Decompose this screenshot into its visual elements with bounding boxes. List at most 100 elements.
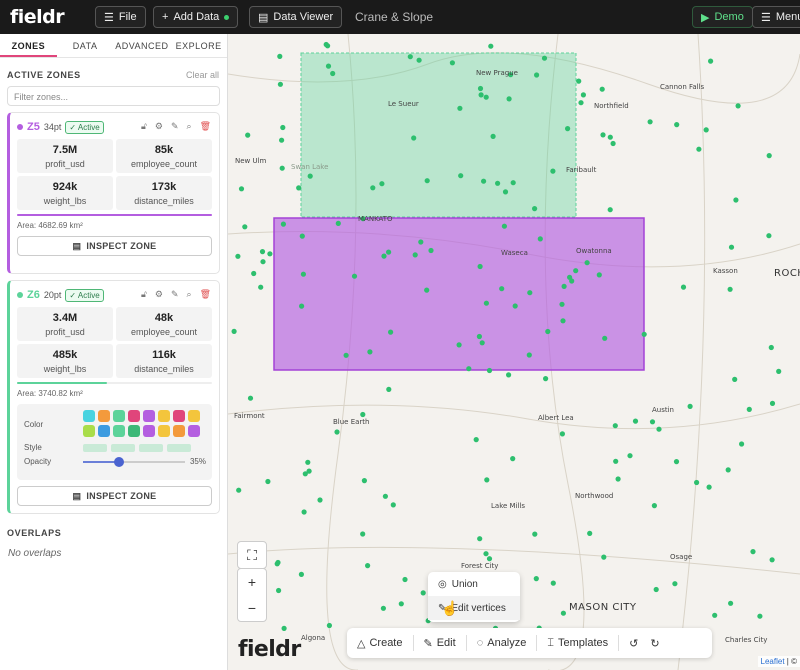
map-point-marker[interactable] <box>386 386 392 392</box>
map-point-marker[interactable] <box>587 530 593 536</box>
map-point-marker[interactable] <box>449 60 455 66</box>
map-point-marker[interactable] <box>746 406 752 412</box>
color-swatch[interactable] <box>188 410 200 422</box>
map-point-marker[interactable] <box>477 263 483 270</box>
map-point-marker[interactable] <box>696 146 702 152</box>
search-icon[interactable]: ⌕ <box>187 289 192 300</box>
map-point-marker[interactable] <box>325 63 332 69</box>
map-point-marker[interactable] <box>473 437 479 443</box>
map-point-marker[interactable] <box>381 253 387 259</box>
map-point-marker[interactable] <box>402 576 408 583</box>
map-point-marker[interactable] <box>299 233 305 239</box>
map-point-marker[interactable] <box>694 479 700 486</box>
map-point-marker[interactable] <box>483 551 489 557</box>
color-swatch[interactable] <box>158 425 170 437</box>
map-point-marker[interactable] <box>301 509 307 515</box>
zone-card-z6[interactable]: Z6 20pt ✓ Active 🔓︎ ⚙︎ ✎ ⌕ 🗑︎ 3.4M profit… <box>7 280 220 514</box>
color-swatch[interactable] <box>143 410 155 422</box>
leaflet-link[interactable]: Leaflet <box>761 657 785 666</box>
map-point-marker[interactable] <box>299 303 305 309</box>
map-point-marker[interactable] <box>326 622 332 629</box>
fullscreen-icon[interactable]: ⛶ <box>238 542 266 568</box>
map-point-marker[interactable] <box>361 478 367 484</box>
inspect-zone-button[interactable]: ▤ INSPECT ZONE <box>17 236 212 256</box>
map-point-marker[interactable] <box>576 78 582 84</box>
map-point-marker[interactable] <box>279 165 285 171</box>
map-point-marker[interactable] <box>486 556 493 562</box>
map-point-marker[interactable] <box>596 272 602 278</box>
color-swatch[interactable] <box>83 425 95 437</box>
map-point-marker[interactable] <box>379 181 385 187</box>
map-point-marker[interactable] <box>610 140 616 147</box>
color-swatch[interactable] <box>98 425 110 437</box>
map-point-marker[interactable] <box>732 376 738 382</box>
map-point-marker[interactable] <box>739 441 745 447</box>
map-point-marker[interactable] <box>506 372 512 378</box>
tab-advanced[interactable]: ADVANCED <box>114 34 171 57</box>
demo-button[interactable]: ▶ Demo <box>692 6 753 28</box>
templates-tool[interactable]: ⌶ Templates <box>537 637 618 650</box>
map-point-marker[interactable] <box>251 270 257 277</box>
map-point-marker[interactable] <box>360 531 366 537</box>
map-point-marker[interactable] <box>457 105 463 111</box>
map-point-marker[interactable] <box>725 467 731 473</box>
lock-icon[interactable]: 🔓︎ <box>141 121 147 132</box>
map-point-marker[interactable] <box>649 419 656 425</box>
inspect-zone-button[interactable]: ▤ INSPECT ZONE <box>17 486 212 506</box>
lock-icon[interactable]: 🔓︎ <box>141 289 147 300</box>
map-point-marker[interactable] <box>490 133 496 139</box>
map-point-marker[interactable] <box>578 100 584 106</box>
map-point-marker[interactable] <box>537 236 543 242</box>
search-icon[interactable]: ⌕ <box>187 121 192 132</box>
map-point-marker[interactable] <box>235 253 241 259</box>
map-point-marker[interactable] <box>277 53 283 59</box>
map-point-marker[interactable] <box>534 72 540 78</box>
map-point-marker[interactable] <box>334 429 340 435</box>
map-point-marker[interactable] <box>245 132 251 138</box>
map-point-marker[interactable] <box>641 331 647 337</box>
map-point-marker[interactable] <box>274 561 280 567</box>
map-point-marker[interactable] <box>651 503 657 509</box>
data-viewer-button[interactable]: ▤ Data Viewer <box>249 6 343 28</box>
map-point-marker[interactable] <box>502 189 509 195</box>
map-point-marker[interactable] <box>680 284 687 290</box>
map-point-marker[interactable] <box>559 431 565 437</box>
map-point-marker[interactable] <box>382 493 388 499</box>
map-point-marker[interactable] <box>458 173 464 179</box>
map-point-marker[interactable] <box>533 576 539 582</box>
zoom-out-button[interactable]: − <box>238 595 266 621</box>
map-point-marker[interactable] <box>776 368 782 374</box>
map-point-marker[interactable] <box>565 126 571 132</box>
map-point-marker[interactable] <box>600 132 606 138</box>
map-point-marker[interactable] <box>306 468 312 474</box>
add-data-button[interactable]: + Add Data <box>153 6 239 28</box>
map-point-marker[interactable] <box>478 92 484 98</box>
map-point-marker[interactable] <box>365 563 371 569</box>
map-point-marker[interactable] <box>708 58 714 64</box>
map-point-marker[interactable] <box>728 244 735 250</box>
map-point-marker[interactable] <box>488 43 494 49</box>
map-point-marker[interactable] <box>351 273 358 279</box>
trash-icon[interactable]: 🗑︎ <box>200 289 211 300</box>
map-point-marker[interactable] <box>672 581 678 587</box>
map-point-marker[interactable] <box>296 185 302 191</box>
map-point-marker[interactable] <box>607 207 613 213</box>
map-point-marker[interactable] <box>766 233 772 239</box>
map-point-marker[interactable] <box>277 81 283 87</box>
map-point-marker[interactable] <box>335 220 341 226</box>
map-point-marker[interactable] <box>712 612 718 618</box>
map-point-marker[interactable] <box>407 54 413 60</box>
map-point-marker[interactable] <box>343 352 349 358</box>
map-point-marker[interactable] <box>601 554 607 560</box>
map-point-marker[interactable] <box>599 86 605 92</box>
map-point-marker[interactable] <box>510 456 516 462</box>
map-point-marker[interactable] <box>728 600 734 606</box>
map-point-marker[interactable] <box>298 571 304 578</box>
map-point-marker[interactable] <box>647 119 653 125</box>
map-point-marker[interactable] <box>580 92 586 98</box>
style-option[interactable] <box>167 444 191 452</box>
create-tool[interactable]: △ Create <box>347 637 413 650</box>
map-point-marker[interactable] <box>424 287 430 293</box>
map-point-marker[interactable] <box>386 249 392 255</box>
map-point-marker[interactable] <box>615 476 621 482</box>
